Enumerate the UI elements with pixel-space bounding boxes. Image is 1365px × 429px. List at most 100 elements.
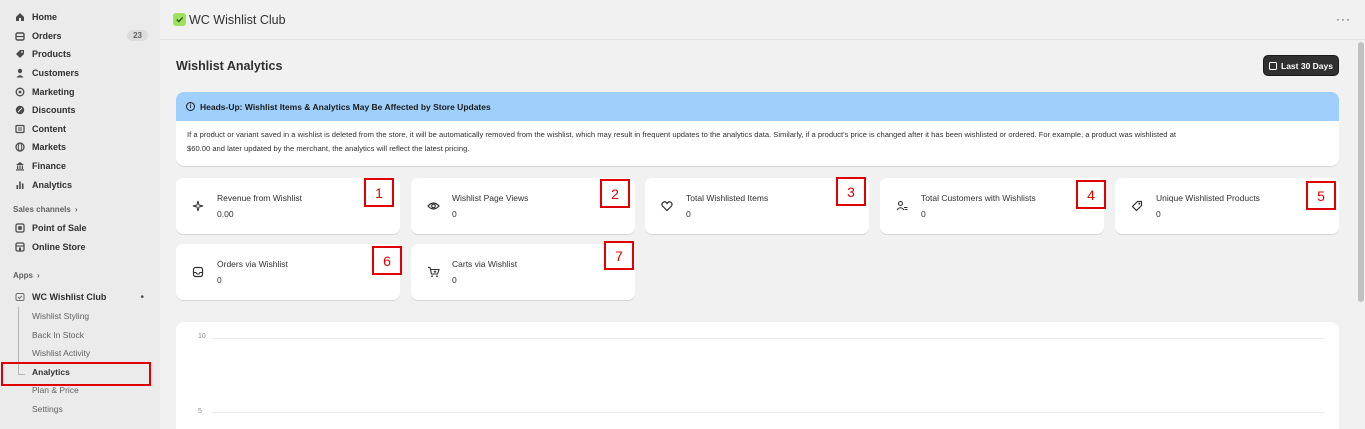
sparkle-icon	[191, 199, 205, 213]
cart-icon	[426, 265, 440, 279]
target-icon	[15, 87, 25, 97]
scrollbar-thumb[interactable]	[1358, 42, 1364, 302]
nav-label: WC Wishlist Club	[32, 292, 107, 303]
info-icon: i	[186, 102, 195, 111]
store-icon	[15, 242, 25, 252]
tag-icon	[1130, 199, 1144, 213]
info-banner: i Heads-Up: Wishlist Items & Analytics M…	[176, 92, 1339, 166]
annotation-highlight-box	[1, 362, 151, 386]
annotation-marker: 1	[364, 178, 394, 207]
sales-channels-header[interactable]: Sales channels ›	[0, 201, 160, 219]
chevron-right-icon: ›	[74, 205, 78, 215]
subnav-wishlist-styling[interactable]: Wishlist Styling	[0, 307, 160, 326]
annotation-marker: 6	[372, 246, 402, 275]
app-logo-icon	[15, 292, 25, 302]
metric-value: 0	[452, 275, 457, 285]
nav-label: Content	[32, 123, 66, 134]
nav-label: Products	[32, 49, 72, 60]
orders-icon	[15, 31, 25, 41]
metric-label: Total Wishlisted Items	[686, 193, 769, 203]
eye-icon	[426, 199, 440, 213]
apps-label: Apps	[13, 270, 33, 280]
metric-card-customers: Total Customers with Wishlists 0	[880, 178, 1104, 234]
metric-card-orders: Orders via Wishlist 0	[176, 244, 400, 300]
metric-card-carts: Carts via Wishlist 0	[411, 244, 635, 300]
globe-icon	[15, 142, 25, 153]
app-topbar: WC Wishlist Club ···	[160, 0, 1365, 40]
apps-header[interactable]: Apps ›	[0, 266, 160, 284]
annotation-marker: 2	[600, 179, 630, 208]
nav-products[interactable]: Products	[0, 45, 160, 64]
banner-header: i Heads-Up: Wishlist Items & Analytics M…	[176, 92, 1339, 121]
date-range-label: Last 30 Days	[1281, 60, 1333, 71]
nav-orders[interactable]: Orders 23	[0, 27, 160, 46]
person-icon	[15, 68, 25, 78]
metric-label: Carts via Wishlist	[452, 259, 518, 269]
home-icon	[15, 12, 25, 22]
bank-icon	[15, 161, 25, 171]
metric-label: Unique Wishlisted Products	[1156, 193, 1260, 203]
gridline	[212, 338, 1325, 339]
y-tick-label: 10	[198, 333, 206, 340]
app-logo-icon	[173, 13, 186, 26]
nav-marketing[interactable]: Marketing	[0, 82, 160, 101]
tag-icon	[15, 49, 25, 59]
discount-icon	[15, 105, 25, 115]
sales-channels-label: Sales channels	[13, 205, 71, 215]
nav-home[interactable]: Home	[0, 8, 160, 27]
annotation-marker: 4	[1076, 180, 1106, 209]
nav-online-store[interactable]: Online Store	[0, 238, 160, 257]
heart-icon	[660, 199, 674, 213]
banner-text-line: If a product or variant saved in a wishl…	[187, 130, 1176, 139]
page-scrollbar[interactable]	[1357, 40, 1365, 429]
nav-label: Online Store	[32, 241, 86, 252]
nav-customers[interactable]: Customers	[0, 64, 160, 83]
customer-list-icon	[895, 199, 909, 213]
chevron-right-icon: ›	[37, 270, 40, 280]
date-range-button[interactable]: Last 30 Days	[1263, 55, 1339, 76]
nav-label: Point of Sale	[32, 223, 87, 234]
more-actions-button[interactable]: ···	[1336, 12, 1351, 26]
nav-analytics[interactable]: Analytics	[0, 175, 160, 194]
y-tick-label: 5	[198, 408, 202, 415]
nav-label: Customers	[32, 68, 80, 79]
metric-value: 0	[217, 275, 222, 285]
nav-finance[interactable]: Finance	[0, 157, 160, 176]
metric-label: Wishlist Page Views	[452, 193, 529, 203]
metric-value: 0	[921, 209, 926, 219]
gridline	[212, 412, 1325, 413]
inbox-icon	[191, 265, 205, 279]
nav-label: Finance	[32, 161, 67, 172]
nav-label: Analytics	[32, 179, 73, 190]
annotation-marker: 3	[836, 177, 866, 206]
nav-point-of-sale[interactable]: Point of Sale	[0, 219, 160, 238]
nav-app-wc-wishlist-club[interactable]: WC Wishlist Club •	[0, 288, 160, 307]
nav-label: Home	[32, 12, 58, 23]
nav-discounts[interactable]: Discounts	[0, 101, 160, 120]
chart-card: 10 5	[176, 322, 1339, 429]
nav-content[interactable]: Content	[0, 120, 160, 139]
annotation-marker: 7	[604, 241, 634, 270]
pin-dot-icon: •	[140, 291, 144, 303]
annotation-marker: 5	[1306, 181, 1336, 210]
metric-label: Orders via Wishlist	[217, 259, 288, 269]
banner-title: Heads-Up: Wishlist Items & Analytics May…	[200, 101, 491, 112]
page-title: Wishlist Analytics	[176, 59, 283, 73]
nav-markets[interactable]: Markets	[0, 138, 160, 157]
orders-count-badge: 23	[127, 30, 148, 42]
nav-label: Orders	[32, 30, 62, 41]
chart-bar-icon	[15, 180, 25, 190]
subnav-settings[interactable]: Settings	[0, 400, 160, 419]
metric-label: Revenue from Wishlist	[217, 193, 303, 203]
subnav-wishlist-activity[interactable]: Wishlist Activity	[0, 344, 160, 363]
subnav-back-in-stock[interactable]: Back In Stock	[0, 325, 160, 344]
metric-value: 0	[686, 209, 691, 219]
metric-value: 0	[452, 209, 457, 219]
pos-icon	[15, 223, 25, 233]
banner-body: If a product or variant saved in a wishl…	[176, 121, 1339, 162]
banner-text-line: $60.00 and later updated by the merchant…	[187, 143, 470, 153]
metric-value: 0.00	[217, 209, 234, 219]
metric-label: Total Customers with Wishlists	[921, 193, 1036, 203]
calendar-icon	[1269, 61, 1277, 70]
metric-value: 0	[1156, 209, 1161, 219]
